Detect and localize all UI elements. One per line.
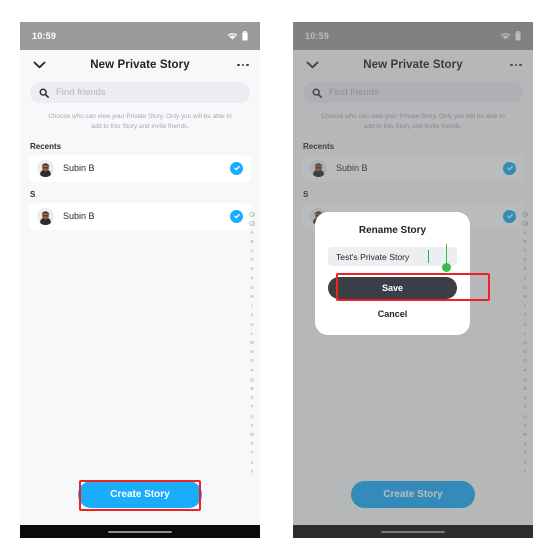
- green-cursor-dot: [442, 263, 451, 272]
- list-item[interactable]: Subin B: [29, 202, 251, 230]
- phone-screen-left: 10:59 New Private Story Find friends Cho…: [20, 22, 260, 538]
- app-header: New Private Story: [20, 50, 260, 80]
- alpha-index-letter[interactable]: N: [250, 347, 253, 356]
- check-circle-icon[interactable]: [230, 161, 243, 175]
- list-item-name: Subin B: [63, 163, 95, 173]
- dialog-title: Rename Story: [358, 225, 427, 236]
- search-input[interactable]: Find friends: [30, 82, 250, 103]
- alpha-index-letter[interactable]: K: [250, 320, 253, 329]
- alpha-index-letter[interactable]: B: [250, 237, 253, 246]
- index-recent-icon[interactable]: [249, 220, 255, 226]
- save-button[interactable]: Save: [328, 277, 457, 299]
- home-indicator-bar: [20, 525, 260, 538]
- alpha-index-letter[interactable]: #: [251, 467, 254, 476]
- list-item[interactable]: Subin B: [29, 154, 251, 182]
- status-icons: [227, 31, 248, 41]
- alpha-index-letter[interactable]: R: [250, 384, 253, 393]
- home-indicator: [108, 530, 172, 533]
- status-time: 10:59: [32, 31, 57, 41]
- alphabet-index-left[interactable]: A B C D E F G H I J K L M N O P Q R S T U V W X Y Z #: [247, 210, 257, 476]
- wifi-icon: [227, 32, 238, 40]
- status-bar: 10:59: [20, 22, 260, 50]
- search-placeholder: Find friends: [56, 87, 106, 98]
- alpha-index-letter[interactable]: A: [250, 228, 253, 237]
- alpha-index-letter[interactable]: J: [251, 310, 254, 319]
- index-star-icon[interactable]: [249, 211, 255, 217]
- search-section: Find friends: [20, 80, 260, 103]
- more-options-icon[interactable]: [237, 63, 249, 67]
- phone-screen-right: 10:59 New Private Story Find friends Cho…: [293, 22, 533, 538]
- create-story-bar: Create Story: [20, 481, 260, 508]
- check-circle-icon[interactable]: [230, 209, 243, 223]
- alpha-index-letter[interactable]: T: [251, 402, 254, 411]
- alpha-index-letter[interactable]: P: [250, 366, 253, 375]
- alpha-index-letter[interactable]: Q: [250, 375, 254, 384]
- helper-text: Choose who can view your Private Story. …: [48, 113, 232, 131]
- story-name-input[interactable]: Test's Private Story: [328, 247, 457, 266]
- section-header-recents: Recents: [30, 141, 62, 151]
- alpha-index-letter[interactable]: D: [250, 255, 253, 264]
- alpha-index-letter[interactable]: S: [250, 393, 253, 402]
- text-caret: [428, 250, 429, 263]
- alpha-index-letter[interactable]: X: [250, 439, 253, 448]
- story-name-value: Test's Private Story: [336, 251, 410, 262]
- alpha-index-letter[interactable]: Z: [251, 458, 254, 467]
- alpha-index-letter[interactable]: C: [250, 246, 253, 255]
- section-header-s: S: [30, 189, 36, 199]
- avatar: [37, 159, 54, 177]
- alpha-index-letter[interactable]: E: [250, 264, 253, 273]
- alpha-index-letter[interactable]: U: [250, 412, 253, 421]
- create-story-button[interactable]: Create Story: [78, 481, 202, 508]
- alpha-index-letter[interactable]: G: [250, 283, 254, 292]
- search-icon: [39, 88, 49, 98]
- cancel-button[interactable]: Cancel: [328, 309, 457, 319]
- chevron-down-icon[interactable]: [31, 57, 47, 73]
- alpha-index-letter[interactable]: M: [250, 338, 254, 347]
- list-item-name: Subin B: [63, 211, 95, 221]
- screenshot-canvas: 10:59 New Private Story Find friends Cho…: [0, 0, 560, 560]
- alpha-index-letter[interactable]: H: [250, 292, 253, 301]
- alpha-index-letter[interactable]: F: [251, 274, 254, 283]
- alpha-index-letter[interactable]: V: [250, 421, 253, 430]
- battery-icon: [242, 31, 248, 41]
- alpha-index-letter[interactable]: W: [250, 430, 254, 439]
- alpha-index-letter[interactable]: L: [251, 329, 254, 338]
- rename-story-dialog: Rename Story Test's Private Story Save C…: [315, 212, 470, 335]
- alpha-index-letter[interactable]: Y: [250, 448, 253, 457]
- alpha-index-letter[interactable]: I: [251, 301, 252, 310]
- avatar: [37, 207, 54, 225]
- alpha-index-letter[interactable]: O: [250, 356, 254, 365]
- page-title: New Private Story: [90, 59, 190, 71]
